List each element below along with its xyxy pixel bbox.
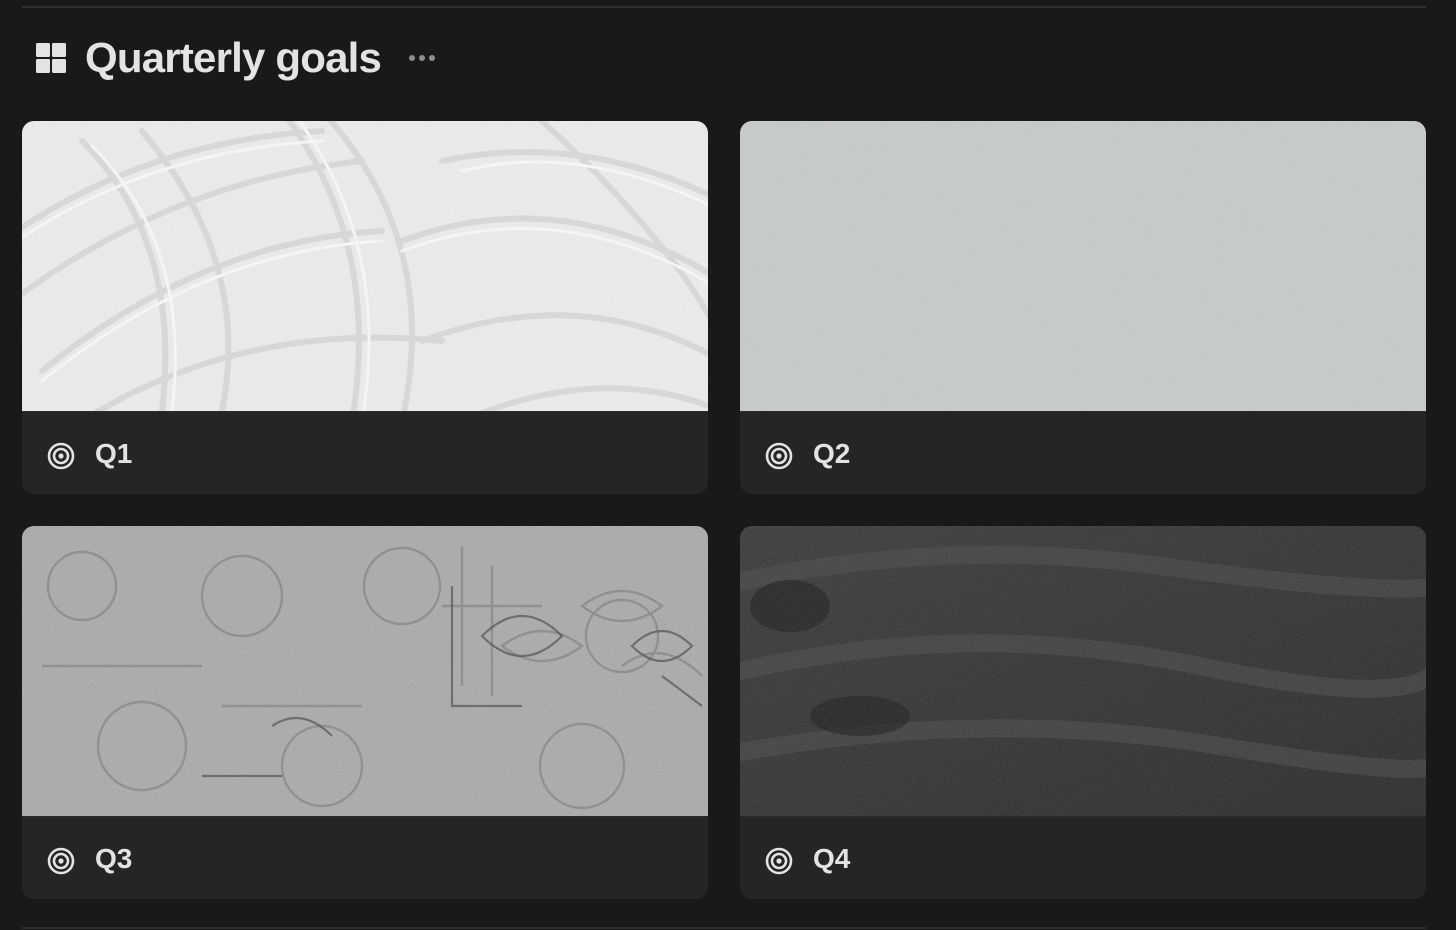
target-icon <box>765 847 793 875</box>
target-icon <box>47 847 75 875</box>
divider <box>22 927 1426 929</box>
gallery-card-q1[interactable]: Q1 <box>22 121 708 494</box>
page-title[interactable]: Quarterly goals <box>85 32 382 84</box>
gallery-card-q3[interactable]: Q3 <box>22 526 708 899</box>
card-title: Q3 <box>95 843 133 874</box>
cover-image <box>22 526 708 816</box>
gallery-grid-icon <box>36 43 66 73</box>
card-title: Q4 <box>813 843 851 874</box>
cover-image <box>22 121 708 411</box>
cover-image <box>740 121 1426 411</box>
cover-image <box>740 526 1426 816</box>
card-title: Q1 <box>95 438 133 469</box>
more-options-button[interactable] <box>407 43 437 73</box>
card-footer: Q4 <box>740 816 1426 899</box>
gallery-page: Quarterly goals Q1 Q2 Q3 Q4 <box>0 0 1456 930</box>
card-footer: Q3 <box>22 816 708 899</box>
target-icon <box>765 442 793 470</box>
gallery-header: Quarterly goals <box>36 32 437 84</box>
gallery-card-q2[interactable]: Q2 <box>740 121 1426 494</box>
target-icon <box>47 442 75 470</box>
more-horizontal-icon <box>409 55 416 61</box>
divider <box>22 6 1426 8</box>
gallery-card-q4[interactable]: Q4 <box>740 526 1426 899</box>
card-footer: Q2 <box>740 411 1426 494</box>
card-title: Q2 <box>813 438 851 469</box>
card-footer: Q1 <box>22 411 708 494</box>
